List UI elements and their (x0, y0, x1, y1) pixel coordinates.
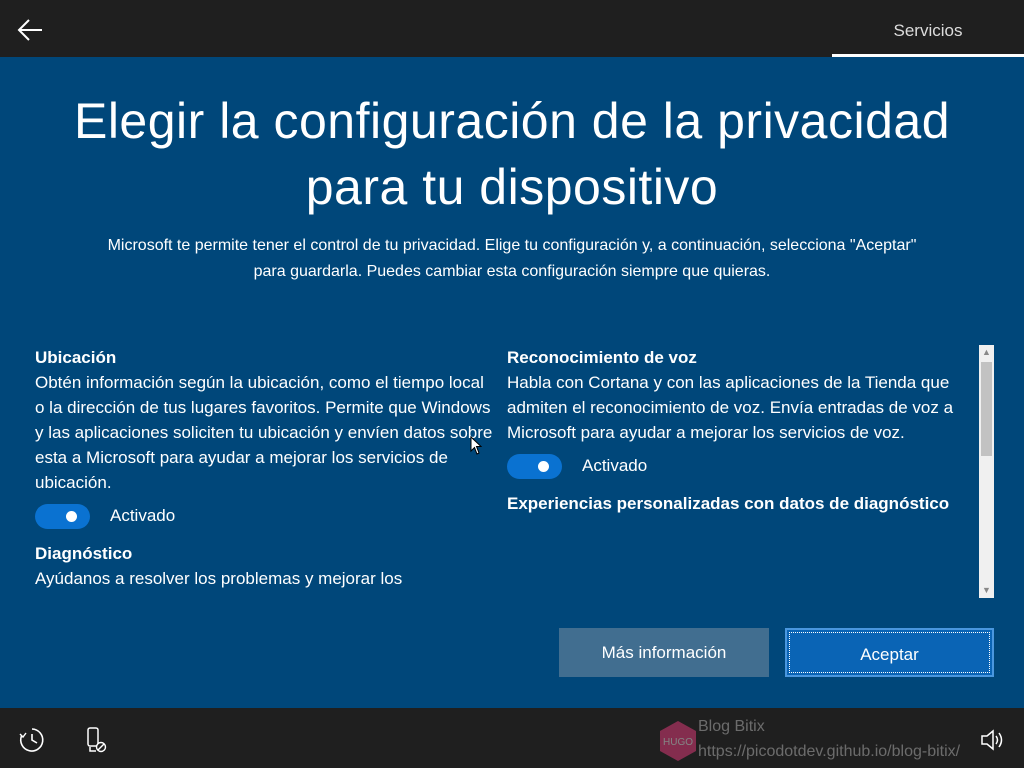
setting-speech-description: Habla con Cortana y con las aplicaciones… (507, 373, 954, 442)
setting-speech-title: Reconocimiento de voz (507, 348, 697, 367)
watermark-title: Blog Bitix (698, 718, 765, 735)
setting-diagnostics: Diagnóstico Ayúdanos a resolver los prob… (35, 541, 497, 591)
page-title: Elegir la configuración de la privacidad… (0, 88, 1024, 220)
hugo-logo-icon: HUGO (660, 721, 696, 761)
setting-diagnostics-title: Diagnóstico (35, 544, 133, 563)
svg-text:HUGO: HUGO (663, 737, 693, 748)
speech-toggle-label: Activado (582, 456, 648, 475)
setting-location-toggle-row: Activado (35, 501, 497, 531)
location-toggle[interactable] (35, 503, 90, 529)
accept-button[interactable]: Aceptar (785, 628, 994, 677)
mouse-cursor-icon (470, 436, 482, 455)
accept-focus-outline (789, 632, 990, 673)
setting-speech: Reconocimiento de voz Habla con Cortana … (507, 345, 969, 481)
scrollbar-thumb[interactable] (981, 362, 992, 456)
settings-column-right: Reconocimiento de voz Habla con Cortana … (507, 345, 969, 526)
ease-of-access-icon[interactable] (18, 726, 46, 754)
location-toggle-label: Activado (110, 506, 176, 525)
location-toggle-knob (66, 510, 77, 522)
setting-location-title: Ubicación (35, 348, 117, 367)
setting-location: Ubicación Obtén información según la ubi… (35, 345, 497, 531)
settings-scrollbar[interactable]: ▲ ▼ (979, 345, 994, 598)
scroll-down-arrow-icon[interactable]: ▼ (979, 583, 994, 598)
setting-diagnostics-description: Ayúdanos a resolver los problemas y mejo… (35, 569, 403, 588)
page-subtitle: Microsoft te permite tener el control de… (30, 233, 994, 285)
watermark-url: https://picodotdev.github.io/blog-bitix/ (698, 743, 961, 760)
arrow-left-icon[interactable] (14, 14, 46, 46)
setting-tailored-experiences: Experiencias personalizadas con datos de… (507, 491, 969, 516)
subtitle-line-1: Microsoft te permite tener el control de… (107, 237, 917, 254)
page-title-line-1: Elegir la configuración de la privacidad (73, 93, 951, 149)
input-device-icon[interactable] (82, 726, 110, 754)
page-title-line-2: para tu dispositivo (305, 159, 719, 215)
subtitle-line-2: para guardarla. Puedes cambiar esta conf… (253, 263, 771, 280)
speech-toggle-knob (538, 460, 549, 472)
tab-servicios[interactable]: Servicios (832, 0, 1024, 57)
settings-scroll-panel: Ubicación Obtén información según la ubi… (35, 345, 981, 597)
setting-location-description: Obtén información según la ubicación, co… (35, 373, 493, 492)
settings-column-left: Ubicación Obtén información según la ubi… (35, 345, 497, 597)
blog-watermark: HUGO Blog Bitix https://picodotdev.githu… (656, 717, 1024, 768)
setting-speech-toggle-row: Activado (507, 451, 969, 481)
speech-toggle[interactable] (507, 453, 562, 479)
more-info-button[interactable]: Más información (559, 628, 769, 677)
top-bar: Servicios (0, 0, 1024, 57)
scroll-up-arrow-icon[interactable]: ▲ (979, 345, 994, 360)
setting-tailored-experiences-title: Experiencias personalizadas con datos de… (507, 494, 950, 513)
